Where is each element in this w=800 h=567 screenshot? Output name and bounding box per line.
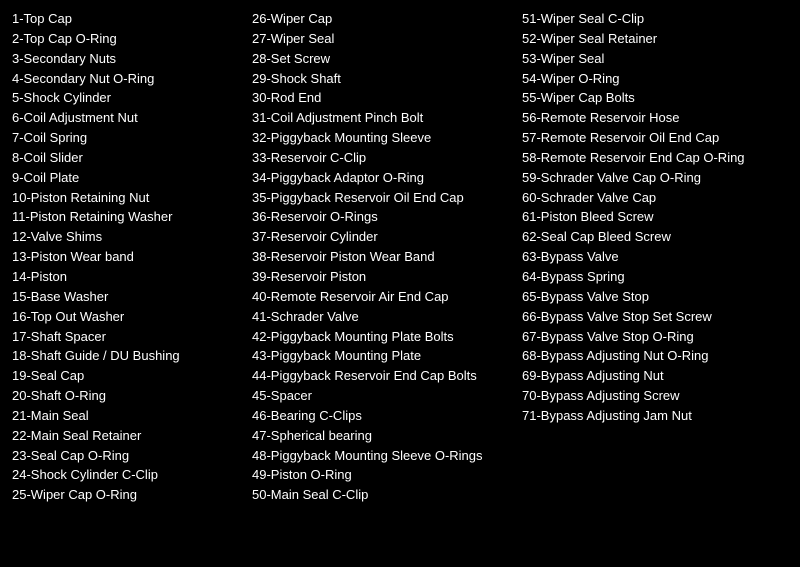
list-item: 36-Reservoir O-Rings xyxy=(252,208,522,227)
list-item: 24-Shock Cylinder C-Clip xyxy=(12,466,252,485)
list-item: 71-Bypass Adjusting Jam Nut xyxy=(522,407,788,426)
list-item: 21-Main Seal xyxy=(12,407,252,426)
list-item: 25-Wiper Cap O-Ring xyxy=(12,486,252,505)
list-item: 27-Wiper Seal xyxy=(252,30,522,49)
list-item: 31-Coil Adjustment Pinch Bolt xyxy=(252,109,522,128)
list-item: 70-Bypass Adjusting Screw xyxy=(522,387,788,406)
list-item: 16-Top Out Washer xyxy=(12,308,252,327)
list-item: 48-Piggyback Mounting Sleeve O-Rings xyxy=(252,447,522,466)
list-item: 49-Piston O-Ring xyxy=(252,466,522,485)
list-item: 32-Piggyback Mounting Sleeve xyxy=(252,129,522,148)
list-item: 7-Coil Spring xyxy=(12,129,252,148)
list-item: 29-Shock Shaft xyxy=(252,70,522,89)
list-item: 47-Spherical bearing xyxy=(252,427,522,446)
list-item: 50-Main Seal C-Clip xyxy=(252,486,522,505)
list-item: 42-Piggyback Mounting Plate Bolts xyxy=(252,328,522,347)
list-item: 28-Set Screw xyxy=(252,50,522,69)
column-3: 51-Wiper Seal C-Clip52-Wiper Seal Retain… xyxy=(522,10,788,505)
column-2: 26-Wiper Cap27-Wiper Seal28-Set Screw29-… xyxy=(252,10,522,505)
list-item: 23-Seal Cap O-Ring xyxy=(12,447,252,466)
list-item: 9-Coil Plate xyxy=(12,169,252,188)
list-item: 39-Reservoir Piston xyxy=(252,268,522,287)
list-item: 11-Piston Retaining Washer xyxy=(12,208,252,227)
list-item: 12-Valve Shims xyxy=(12,228,252,247)
list-item: 33-Reservoir C-Clip xyxy=(252,149,522,168)
list-item: 38-Reservoir Piston Wear Band xyxy=(252,248,522,267)
list-item: 62-Seal Cap Bleed Screw xyxy=(522,228,788,247)
list-item: 14-Piston xyxy=(12,268,252,287)
list-item: 65-Bypass Valve Stop xyxy=(522,288,788,307)
list-item: 8-Coil Slider xyxy=(12,149,252,168)
list-item: 69-Bypass Adjusting Nut xyxy=(522,367,788,386)
list-item: 52-Wiper Seal Retainer xyxy=(522,30,788,49)
list-item: 17-Shaft Spacer xyxy=(12,328,252,347)
list-item: 37-Reservoir Cylinder xyxy=(252,228,522,247)
list-item: 5-Shock Cylinder xyxy=(12,89,252,108)
list-item: 44-Piggyback Reservoir End Cap Bolts xyxy=(252,367,522,386)
list-item: 51-Wiper Seal C-Clip xyxy=(522,10,788,29)
list-item: 64-Bypass Spring xyxy=(522,268,788,287)
list-item: 19-Seal Cap xyxy=(12,367,252,386)
list-item: 15-Base Washer xyxy=(12,288,252,307)
list-item: 26-Wiper Cap xyxy=(252,10,522,29)
list-item: 57-Remote Reservoir Oil End Cap xyxy=(522,129,788,148)
list-item: 40-Remote Reservoir Air End Cap xyxy=(252,288,522,307)
list-item: 67-Bypass Valve Stop O-Ring xyxy=(522,328,788,347)
list-item: 56-Remote Reservoir Hose xyxy=(522,109,788,128)
list-item: 66-Bypass Valve Stop Set Screw xyxy=(522,308,788,327)
list-item: 53-Wiper Seal xyxy=(522,50,788,69)
list-item: 68-Bypass Adjusting Nut O-Ring xyxy=(522,347,788,366)
list-item: 43-Piggyback Mounting Plate xyxy=(252,347,522,366)
list-item: 30-Rod End xyxy=(252,89,522,108)
list-item: 34-Piggyback Adaptor O-Ring xyxy=(252,169,522,188)
list-item: 13-Piston Wear band xyxy=(12,248,252,267)
list-item: 60-Schrader Valve Cap xyxy=(522,189,788,208)
list-item: 55-Wiper Cap Bolts xyxy=(522,89,788,108)
list-item: 6-Coil Adjustment Nut xyxy=(12,109,252,128)
column-1: 1-Top Cap2-Top Cap O-Ring3-Secondary Nut… xyxy=(12,10,252,505)
list-item: 4-Secondary Nut O-Ring xyxy=(12,70,252,89)
list-item: 1-Top Cap xyxy=(12,10,252,29)
list-item: 45-Spacer xyxy=(252,387,522,406)
list-item: 46-Bearing C-Clips xyxy=(252,407,522,426)
list-item: 2-Top Cap O-Ring xyxy=(12,30,252,49)
list-item: 41-Schrader Valve xyxy=(252,308,522,327)
list-item: 18-Shaft Guide / DU Bushing xyxy=(12,347,252,366)
list-item: 58-Remote Reservoir End Cap O-Ring xyxy=(522,149,788,168)
list-item: 10-Piston Retaining Nut xyxy=(12,189,252,208)
parts-list: 1-Top Cap2-Top Cap O-Ring3-Secondary Nut… xyxy=(12,10,788,505)
list-item: 3-Secondary Nuts xyxy=(12,50,252,69)
list-item: 22-Main Seal Retainer xyxy=(12,427,252,446)
list-item: 59-Schrader Valve Cap O-Ring xyxy=(522,169,788,188)
list-item: 54-Wiper O-Ring xyxy=(522,70,788,89)
list-item: 63-Bypass Valve xyxy=(522,248,788,267)
list-item: 61-Piston Bleed Screw xyxy=(522,208,788,227)
list-item: 20-Shaft O-Ring xyxy=(12,387,252,406)
list-item: 35-Piggyback Reservoir Oil End Cap xyxy=(252,189,522,208)
